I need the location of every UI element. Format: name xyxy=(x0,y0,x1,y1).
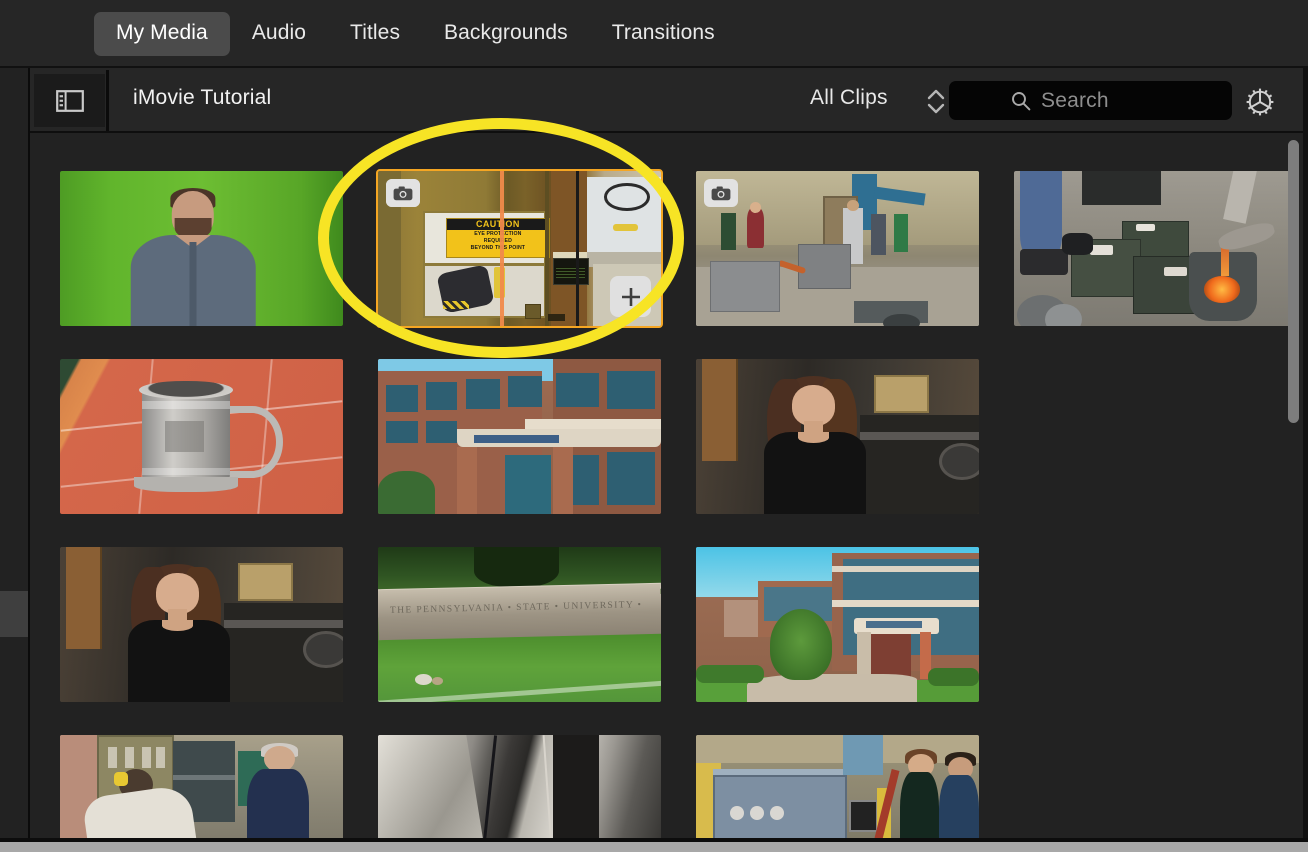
toolbar-divider xyxy=(106,70,109,131)
clip-filter-label[interactable]: All Clips xyxy=(810,86,888,110)
add-to-timeline-button[interactable] xyxy=(610,276,651,317)
settings-button[interactable] xyxy=(1242,84,1278,120)
clip-molten-metal-pour[interactable] xyxy=(1014,171,1297,326)
tab-backgrounds[interactable]: Backgrounds xyxy=(422,12,590,56)
caution-sign: CAUTION EYE PROTECTION REQUIRED BEYOND T… xyxy=(446,218,550,259)
sidebar-toggle-button[interactable] xyxy=(34,74,105,127)
project-title: iMovie Tutorial xyxy=(133,86,271,110)
caution-sign-line-1: EYE PROTECTION xyxy=(474,230,521,237)
tab-my-media[interactable]: My Media xyxy=(94,12,230,56)
clip-blue-machine-students[interactable] xyxy=(696,735,979,840)
clip-worker-with-mentor[interactable] xyxy=(60,735,343,840)
camera-icon xyxy=(393,186,413,201)
camera-badge[interactable] xyxy=(704,179,738,207)
thumbnail-art xyxy=(1014,171,1297,326)
clip-browser: CAUTION EYE PROTECTION REQUIRED BEYOND T… xyxy=(30,133,1308,840)
camera-icon xyxy=(711,186,731,201)
tab-audio[interactable]: Audio xyxy=(230,12,328,56)
clip-pewter-mug-on-tile[interactable] xyxy=(60,359,343,514)
thumbnail-art xyxy=(378,359,661,514)
caution-sign-line-3: BEYOND THIS POINT xyxy=(471,244,525,251)
clip-student-interview-shop[interactable] xyxy=(696,359,979,514)
thumbnail-art xyxy=(60,735,343,840)
sidebar-toggle-icon xyxy=(56,90,84,112)
clip-range-marker[interactable] xyxy=(576,171,579,326)
clip-brick-building-entrance[interactable] xyxy=(378,359,661,514)
clip-caution-door-lab[interactable]: CAUTION EYE PROTECTION REQUIRED BEYOND T… xyxy=(378,171,661,326)
playhead-orange[interactable] xyxy=(500,171,504,326)
thumbnail-art xyxy=(60,359,343,514)
plus-icon xyxy=(619,285,643,309)
bottom-bar xyxy=(0,842,1308,852)
thumbnail-art xyxy=(60,547,343,702)
imovie-window: My Media Audio Titles Backgrounds Transi… xyxy=(0,0,1308,852)
clip-campus-building-exterior[interactable] xyxy=(696,547,979,702)
clip-green-screen-presenter[interactable] xyxy=(60,171,343,326)
panel-resize-handle[interactable] xyxy=(0,591,28,637)
tab-titles[interactable]: Titles xyxy=(328,12,422,56)
caution-sign-header: CAUTION xyxy=(447,219,549,230)
up-down-chevron-icon[interactable] xyxy=(925,86,947,116)
thumbnail-art xyxy=(60,171,343,326)
clip-foil-mold-closeup[interactable] xyxy=(378,735,661,840)
thumbnail-art: THE PENNSYLVANIA • STATE • UNIVERSITY • xyxy=(378,547,661,702)
tab-transitions[interactable]: Transitions xyxy=(590,12,737,56)
search-icon xyxy=(1011,91,1031,111)
thumbnail-art xyxy=(378,735,661,840)
search-input[interactable]: Search xyxy=(949,81,1232,120)
gear-icon xyxy=(1242,84,1278,120)
window-right-edge xyxy=(1303,68,1308,852)
thumbnail-art xyxy=(696,547,979,702)
left-gutter xyxy=(0,68,28,852)
clip-foundry-shop-floor[interactable] xyxy=(696,171,979,326)
clip-student-interview-shop-2[interactable] xyxy=(60,547,343,702)
media-tab-bar: My Media Audio Titles Backgrounds Transi… xyxy=(0,0,1308,68)
caution-sign-line-2: REQUIRED xyxy=(484,237,512,244)
scrollbar-thumb[interactable] xyxy=(1288,140,1299,423)
thumbnail-art xyxy=(696,171,979,326)
search-placeholder: Search xyxy=(1041,89,1109,113)
clip-penn-state-wall-sign[interactable]: THE PENNSYLVANIA • STATE • UNIVERSITY • xyxy=(378,547,661,702)
thumbnail-art xyxy=(696,735,979,840)
camera-badge[interactable] xyxy=(386,179,420,207)
thumbnail-art xyxy=(696,359,979,514)
